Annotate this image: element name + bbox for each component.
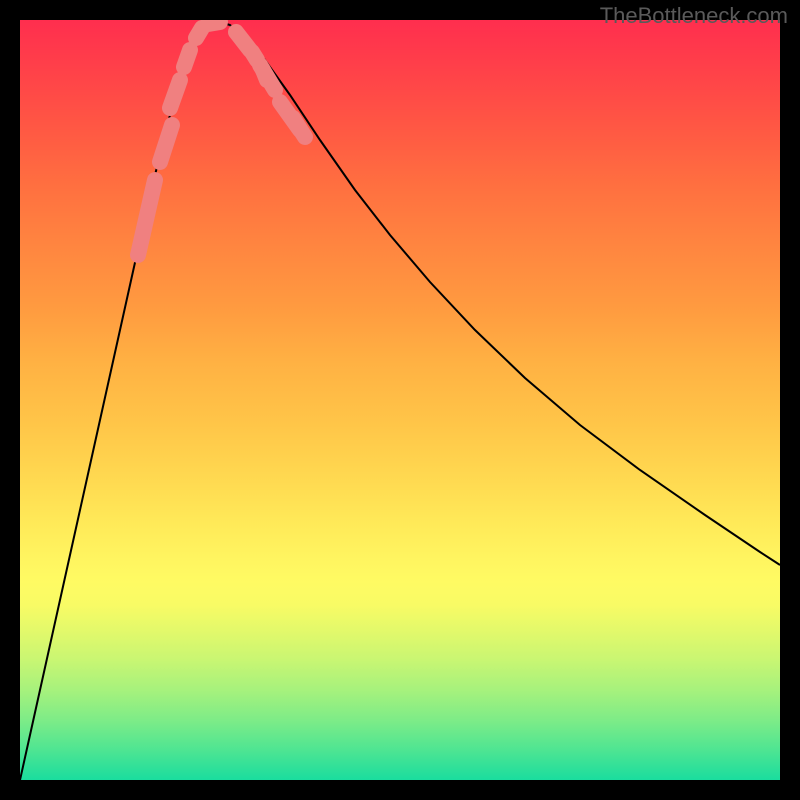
marker-segment	[196, 28, 202, 38]
marker-segment	[208, 22, 220, 24]
marker-segment	[160, 125, 172, 162]
marker-segment	[138, 180, 155, 255]
marker-segment	[184, 50, 190, 67]
watermark-text: TheBottleneck.com	[600, 3, 788, 29]
main-curve	[20, 22, 780, 780]
chart-svg	[20, 20, 780, 780]
markers-group	[138, 22, 305, 255]
marker-segment	[293, 118, 305, 137]
marker-segment	[170, 80, 180, 108]
marker-segment	[252, 52, 257, 60]
chart-container	[20, 20, 780, 780]
